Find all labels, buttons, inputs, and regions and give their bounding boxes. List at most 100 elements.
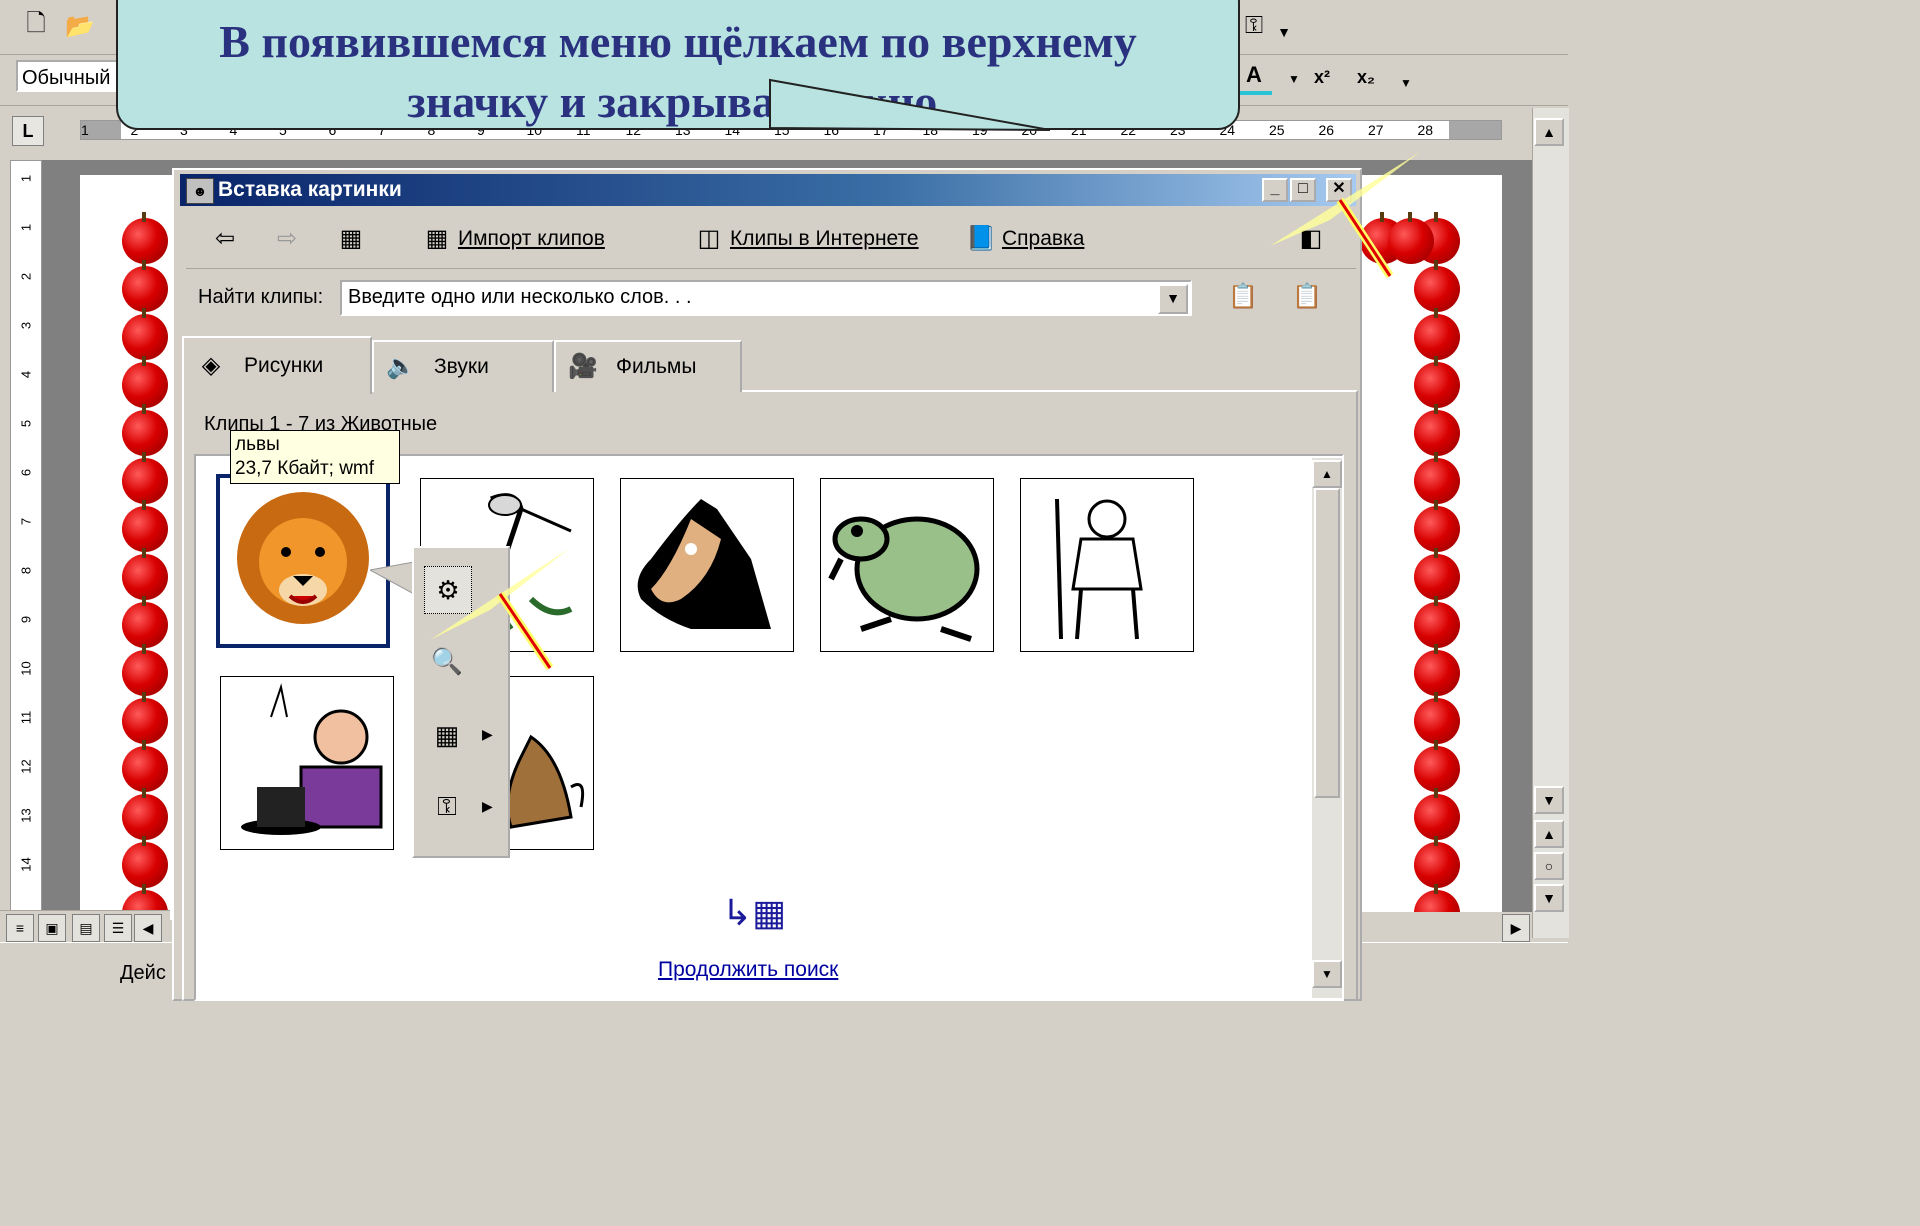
tab-movies-label: Фильмы [616, 355, 697, 378]
movies-icon: 🎥 [568, 353, 598, 380]
apple-icon [1414, 500, 1460, 552]
clips-online-label: Клипы в Интернете [730, 227, 919, 250]
hunter-clip[interactable] [1020, 478, 1194, 652]
ruler-tick: 25 [1269, 122, 1285, 138]
vruler-tick: 7 [18, 517, 34, 526]
superscript-icon[interactable]: x² [1304, 59, 1340, 95]
ruler-tick: 1 [81, 122, 89, 138]
clip-tooltip: львы 23,7 Кбайт; wmf [230, 430, 400, 484]
normal-view-icon[interactable]: ≡ [6, 914, 34, 942]
toolbar-options-icon[interactable]: ▼ [1388, 65, 1424, 101]
scroll-up-icon[interactable]: ▲ [1534, 118, 1564, 146]
apple-icon [122, 596, 168, 648]
help-book-icon: 📘 [966, 225, 996, 252]
apple-icon [1414, 740, 1460, 792]
help-label: Справка [1002, 227, 1085, 250]
horse-icon [637, 499, 771, 629]
change-window-size-button[interactable]: ◧ [1294, 224, 1328, 254]
vruler-tick: 14 [18, 857, 34, 872]
apple-icon [122, 500, 168, 552]
paste-button[interactable]: 📋 [1290, 282, 1324, 312]
all-categories-button[interactable]: ▦ [334, 224, 368, 254]
vruler-tick: 8 [18, 566, 34, 575]
apple-icon [1414, 308, 1460, 360]
instruction-callout: В появившемся меню щёлкаем по верхнему з… [116, 0, 1240, 130]
vruler-tick: 13 [18, 808, 34, 823]
back-arrow-icon: ⇦ [214, 225, 236, 252]
ruler-right-margin [1449, 121, 1501, 139]
lion-clip[interactable] [216, 474, 390, 648]
magician-icon [241, 683, 383, 835]
previous-page-icon[interactable]: ▲ [1534, 820, 1564, 848]
find-dropdown-icon[interactable]: ▼ [1158, 284, 1188, 314]
web-view-icon[interactable]: ▣ [38, 914, 66, 942]
tooltip-info: 23,7 Кбайт; wmf [235, 458, 375, 479]
keep-looking-link[interactable]: Продолжить поиск [658, 958, 838, 982]
clips-online-button[interactable]: ◫ Клипы в Интернете [692, 224, 919, 254]
keep-looking-icon[interactable]: ↳▦ [722, 892, 786, 934]
apple-icon [1388, 212, 1434, 264]
scroll-down-icon[interactable]: ▼ [1534, 786, 1564, 814]
hunter-icon [1055, 498, 1143, 640]
help-button[interactable]: 📘 Справка [964, 224, 1084, 254]
tab-movies[interactable]: 🎥 Фильмы [554, 340, 742, 392]
vruler-tick: 9 [18, 615, 34, 624]
apple-icon [1414, 644, 1460, 696]
apple-icon [122, 356, 168, 408]
apple-icon [122, 836, 168, 888]
open-folder-icon[interactable]: 📂 [62, 8, 98, 44]
close-icon[interactable]: ✕ [1326, 178, 1352, 202]
callout-line-2: значку и закрываем окно. [407, 76, 949, 127]
vruler-tick: 2 [18, 272, 34, 281]
clips-scroll-up-icon[interactable]: ▲ [1312, 460, 1342, 488]
horse-clip[interactable] [620, 478, 794, 652]
categories-grid-icon: ▦ [339, 225, 363, 252]
apple-icon [1414, 260, 1460, 312]
apple-icon [122, 644, 168, 696]
find-similar-icon[interactable]: ⚿ [424, 784, 470, 830]
ruler-tick: 27 [1368, 122, 1384, 138]
insert-clip-icon[interactable]: ⚙ [424, 566, 472, 614]
scroll-right-icon[interactable]: ▶ [1502, 914, 1530, 942]
browse-object-icon[interactable]: ○ [1534, 852, 1564, 880]
frog-clip[interactable] [820, 478, 994, 652]
apple-icon [1414, 596, 1460, 648]
preview-clip-icon[interactable]: 🔍 [424, 638, 470, 684]
tab-stop-selector-icon[interactable]: L [12, 116, 44, 146]
clips-scroll-thumb[interactable] [1314, 488, 1340, 798]
outline-view-icon[interactable]: ☰ [104, 914, 132, 942]
subscript-icon[interactable]: x₂ [1348, 59, 1384, 95]
import-clips-button[interactable]: ▦ Импорт клипов [420, 224, 605, 254]
magician-clip[interactable] [220, 676, 394, 850]
apple-icon [122, 260, 168, 312]
clips-scroll-down-icon[interactable]: ▼ [1312, 960, 1342, 988]
new-document-icon[interactable]: 🗋 [18, 8, 54, 44]
apple-icon [122, 452, 168, 504]
submenu-arrow-icon: ▶ [482, 798, 493, 814]
tab-sounds[interactable]: 🔈 Звуки [372, 340, 554, 392]
draw-menu-label[interactable]: Дейс [120, 962, 166, 985]
add-to-category-icon[interactable]: ▦ [424, 712, 470, 758]
forward-arrow-icon: ⇨ [276, 225, 298, 252]
scroll-left-icon[interactable]: ◀ [134, 914, 162, 942]
tab-sounds-label: Звуки [434, 355, 489, 378]
copy-button[interactable]: 📋 [1226, 282, 1260, 312]
next-page-icon[interactable]: ▼ [1534, 884, 1564, 912]
minimize-icon[interactable]: _ [1262, 178, 1288, 202]
back-button[interactable]: ⇦ [208, 224, 242, 254]
vruler-tick: 1 [18, 223, 34, 232]
vruler-tick: 12 [18, 759, 34, 774]
find-clips-input[interactable]: Введите одно или несколько слов. . . [340, 280, 1192, 316]
forward-button[interactable]: ⇨ [270, 224, 304, 254]
print-view-icon[interactable]: ▤ [72, 914, 100, 942]
popup-pointer [370, 561, 415, 595]
apple-icon [122, 692, 168, 744]
ruler-tick: 26 [1318, 122, 1335, 138]
vruler-tick: 6 [18, 468, 34, 477]
maximize-icon[interactable]: □ [1290, 178, 1316, 202]
find-clips-label: Найти клипы: [198, 286, 324, 308]
font-color-icon[interactable]: A [1236, 59, 1272, 95]
clips-online-icon: ◫ [697, 225, 721, 252]
toolbar-dropdown-icon[interactable]: ▼ [1266, 14, 1302, 50]
tab-pictures[interactable]: ◈ Рисунки [182, 336, 372, 394]
